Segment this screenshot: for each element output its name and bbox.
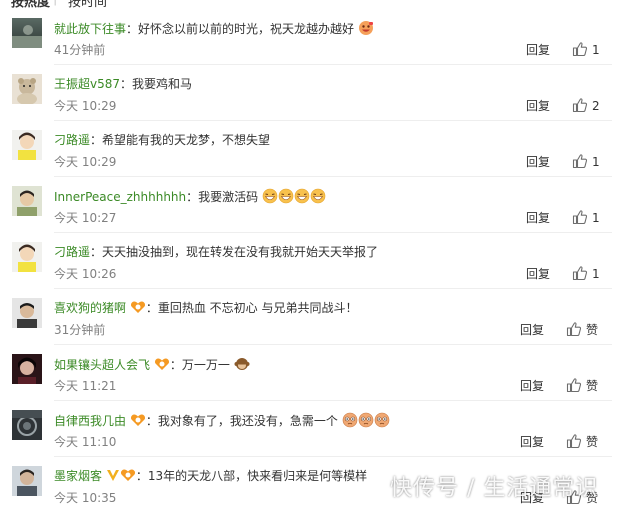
avatar[interactable] xyxy=(12,354,42,384)
reply-button[interactable]: 回复 xyxy=(526,266,550,282)
timestamp: 今天 10:29 xyxy=(54,99,117,113)
grin-face-icon xyxy=(358,21,373,35)
comment-text-line: InnerPeace_zhhhhhhh：我要激活码 xyxy=(54,188,326,205)
laugh-face-icon xyxy=(310,188,326,204)
comment-item: 刁路遥：希望能有我的天龙梦，不想失望 今天 10:29 回复 1 xyxy=(0,121,618,177)
like-count: 2 xyxy=(592,99,600,113)
avatar[interactable] xyxy=(12,18,42,48)
username-link[interactable]: 刁路遥 xyxy=(54,133,90,147)
comment-text-line: 王振超v587：我要鸡和马 xyxy=(54,76,192,92)
reply-button[interactable]: 回复 xyxy=(520,322,544,338)
comment-text: ：天天抽没抽到，现在转发在没有我就开始天天举报了 xyxy=(90,245,379,259)
cry-face-icon xyxy=(358,412,373,428)
comment-text-line: 刁路遥：希望能有我的天龙梦，不想失望 xyxy=(54,132,270,148)
thumbs-up-icon xyxy=(572,154,588,169)
reply-button[interactable]: 回复 xyxy=(520,434,544,450)
comment-text: ：我对象有了，我还没有，急需一个 xyxy=(145,414,338,428)
tab-sort-time[interactable]: 按时间 xyxy=(68,0,107,8)
username-link[interactable]: 自律西我几由 xyxy=(54,414,126,428)
comment-text: ：我要鸡和马 xyxy=(120,77,193,91)
comment-text-line: 刁路遥：天天抽没抽到，现在转发在没有我就开始天天举报了 xyxy=(54,244,378,260)
timestamp: 今天 11:21 xyxy=(54,379,117,393)
like-count: 1 xyxy=(592,267,600,281)
avatar[interactable] xyxy=(12,242,42,272)
avatar[interactable] xyxy=(12,186,42,216)
comment-text: ：希望能有我的天龙梦，不想失望 xyxy=(90,133,271,147)
comment-item: 刁路遥：天天抽没抽到，现在转发在没有我就开始天天举报了 今天 10:26 回复 … xyxy=(0,233,618,289)
username-link[interactable]: 刁路遥 xyxy=(54,245,90,259)
thumbs-up-icon xyxy=(572,98,588,113)
like-label: 赞 xyxy=(586,435,599,449)
comment-text: ：我要激活码 xyxy=(186,190,259,204)
fan-badge-icon xyxy=(120,469,135,481)
thumbs-up-icon xyxy=(572,210,588,225)
username-link[interactable]: 就此放下往事 xyxy=(54,22,126,36)
username-link[interactable]: 如果镶头超人会飞 xyxy=(54,358,150,372)
like-count: 1 xyxy=(592,155,600,169)
comment-text-line: 就此放下往事：好怀念以前以前的时光，祝天龙越办越好 xyxy=(54,20,374,37)
reply-button[interactable]: 回复 xyxy=(520,378,544,394)
reply-button[interactable]: 回复 xyxy=(526,154,550,170)
thumbs-up-icon xyxy=(572,42,588,57)
comment-item: 就此放下往事：好怀念以前以前的时光，祝天龙越办越好 41分钟前 回复 1 xyxy=(0,9,618,65)
cry-face-icon xyxy=(342,412,357,428)
username-link[interactable]: 喜欢狗的猪啊 xyxy=(54,301,126,315)
laugh-face-icon xyxy=(278,188,294,204)
timestamp: 今天 10:27 xyxy=(54,211,117,225)
avatar[interactable] xyxy=(12,298,42,328)
fan-badge-icon xyxy=(130,301,145,313)
comment-item: 王振超v587：我要鸡和马 今天 10:29 回复 2 xyxy=(0,65,618,121)
comment-item: InnerPeace_zhhhhhhh：我要激活码 今天 10:27 回复 1 xyxy=(0,177,618,233)
sort-tabs: 按热度 | 按时间 xyxy=(0,0,618,8)
timestamp: 今天 10:35 xyxy=(54,491,117,505)
watermark: 快传号 / 生活通常识 xyxy=(390,476,599,501)
like-label: 赞 xyxy=(586,323,599,337)
timestamp: 今天 11:10 xyxy=(54,435,117,449)
fan-badge-icon xyxy=(154,358,169,370)
timestamp: 今天 10:26 xyxy=(54,267,117,281)
vip-badge-icon xyxy=(106,470,119,481)
comment-text: ：好怀念以前以前的时光，祝天龙越办越好 xyxy=(126,22,355,36)
username-link[interactable]: 王振超v587 xyxy=(54,77,120,91)
reply-button[interactable]: 回复 xyxy=(526,98,550,114)
timestamp: 41分钟前 xyxy=(54,43,106,57)
thumbs-up-icon xyxy=(566,434,582,449)
timestamp: 今天 10:29 xyxy=(54,155,117,169)
comment-text-line: 墨家烟客 ：13年的天龙八部，快来看归来是何等模样 xyxy=(54,468,367,484)
like-label: 赞 xyxy=(586,379,599,393)
monkey-face-icon xyxy=(234,358,250,370)
reply-button[interactable]: 回复 xyxy=(526,210,550,226)
tab-separator: | xyxy=(53,0,57,6)
comment-item: 如果镶头超人会飞 ：万一万一 今天 11:21 回复 赞 xyxy=(0,345,618,401)
comment-text: ：万一万一 xyxy=(169,358,230,372)
username-link[interactable]: InnerPeace_zhhhhhhh xyxy=(54,190,186,204)
avatar[interactable] xyxy=(12,466,42,496)
avatar[interactable] xyxy=(12,130,42,160)
thumbs-up-icon xyxy=(566,378,582,393)
reply-button[interactable]: 回复 xyxy=(526,42,550,58)
comment-item: 自律西我几由 ：我对象有了，我还没有，急需一个 今天 11:10 回复 赞 xyxy=(0,401,618,457)
laugh-face-icon xyxy=(294,188,310,204)
tab-sort-hot[interactable]: 按热度 xyxy=(11,0,50,8)
cry-face-icon xyxy=(374,412,389,428)
avatar[interactable] xyxy=(12,410,42,440)
comment-text-line: 如果镶头超人会飞 ：万一万一 xyxy=(54,356,250,373)
username-link[interactable]: 墨家烟客 xyxy=(54,469,102,483)
like-count: 1 xyxy=(592,43,600,57)
like-count: 1 xyxy=(592,211,600,225)
comment-text-line: 自律西我几由 ：我对象有了，我还没有，急需一个 xyxy=(54,412,390,429)
comment-item: 喜欢狗的猪啊 ：重回热血 不忘初心 与兄弟共同战斗！ 31分钟前 回复 赞 xyxy=(0,289,618,345)
fan-badge-icon xyxy=(130,414,145,426)
laugh-face-icon xyxy=(262,188,278,204)
comment-text: ：重回热血 不忘初心 与兄弟共同战斗！ xyxy=(145,301,358,315)
comment-text: ：13年的天龙八部，快来看归来是何等模样 xyxy=(135,469,368,483)
comment-text-line: 喜欢狗的猪啊 ：重回热血 不忘初心 与兄弟共同战斗！ xyxy=(54,300,357,316)
thumbs-up-icon xyxy=(566,322,582,337)
thumbs-up-icon xyxy=(572,266,588,281)
avatar[interactable] xyxy=(12,74,42,104)
timestamp: 31分钟前 xyxy=(54,323,106,337)
